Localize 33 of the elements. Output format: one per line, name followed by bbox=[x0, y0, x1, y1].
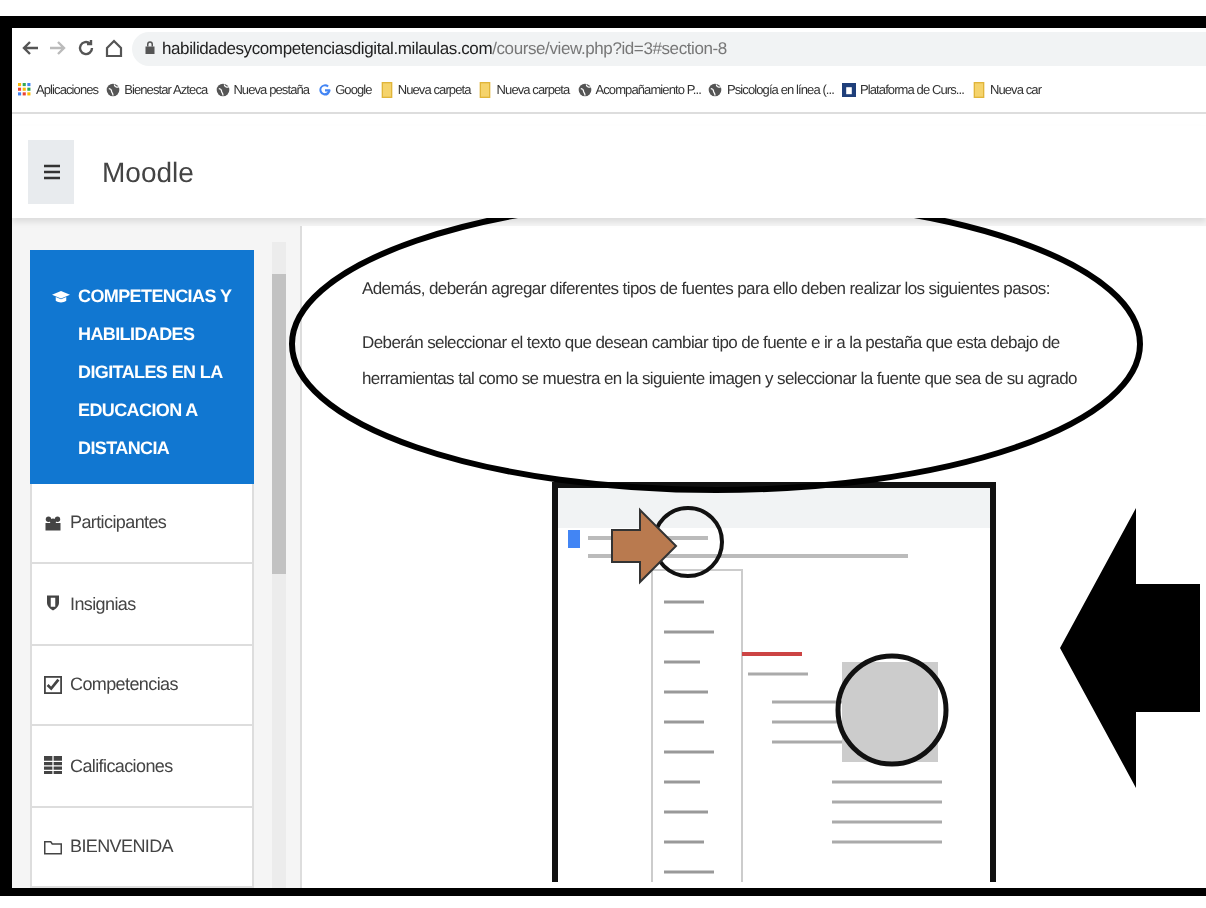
arrow-icon bbox=[1060, 508, 1200, 788]
sidebar-item[interactable]: Calificaciones bbox=[30, 726, 254, 808]
checkbox-icon bbox=[44, 675, 62, 694]
menu-icon bbox=[43, 164, 59, 180]
apps-grid-icon bbox=[18, 82, 32, 98]
sidebar-item[interactable]: Insignias bbox=[30, 564, 254, 646]
folder-icon bbox=[971, 82, 986, 98]
graduation-cap-icon bbox=[52, 288, 70, 306]
table-icon bbox=[44, 756, 62, 775]
address-bar[interactable]: habilidadesycompetenciasdigital.milaulas.com/course/view.php?id=3#section-8 bbox=[132, 31, 1206, 65]
sidebar-item[interactable]: BIENVENIDA bbox=[30, 807, 254, 888]
g-letter-icon bbox=[317, 82, 332, 98]
menu-button[interactable] bbox=[28, 140, 74, 204]
shield-icon bbox=[44, 594, 62, 613]
site-logo-icon bbox=[842, 82, 856, 98]
users-icon bbox=[44, 513, 62, 532]
instruction-text: Además, deberán agregar diferentes tipos de fuentes para ello deben realizar los siguientes pasos: bbox=[362, 276, 1050, 302]
sidebar-item[interactable]: Competencias bbox=[30, 645, 254, 727]
folder-icon bbox=[478, 82, 493, 98]
site-title[interactable]: Moodle bbox=[102, 156, 194, 188]
instruction-text: Deberán seleccionar el texto que desean cambiar tipo de fuente e ir a la pestaña que esta debajo de herramientas tal como se muestra en la siguiente imagen y seleccionar la fuente que sea de su agrado bbox=[362, 330, 1079, 392]
globe-icon bbox=[106, 82, 121, 98]
folder-icon bbox=[44, 837, 62, 856]
globe-icon bbox=[708, 82, 723, 98]
back-icon[interactable] bbox=[20, 38, 40, 58]
reload-icon[interactable] bbox=[76, 38, 96, 58]
globe-icon bbox=[215, 82, 230, 98]
globe-icon bbox=[577, 82, 592, 98]
home-icon[interactable] bbox=[104, 38, 124, 58]
scrollbar[interactable] bbox=[272, 242, 286, 888]
sidebar-item[interactable]: Participantes bbox=[30, 483, 254, 565]
folder-icon bbox=[379, 82, 394, 98]
sidebar-item[interactable]: COMPETENCIAS Y HABILIDADES DIGITALES EN LA EDUCACION A DISTANCIA bbox=[30, 250, 254, 484]
